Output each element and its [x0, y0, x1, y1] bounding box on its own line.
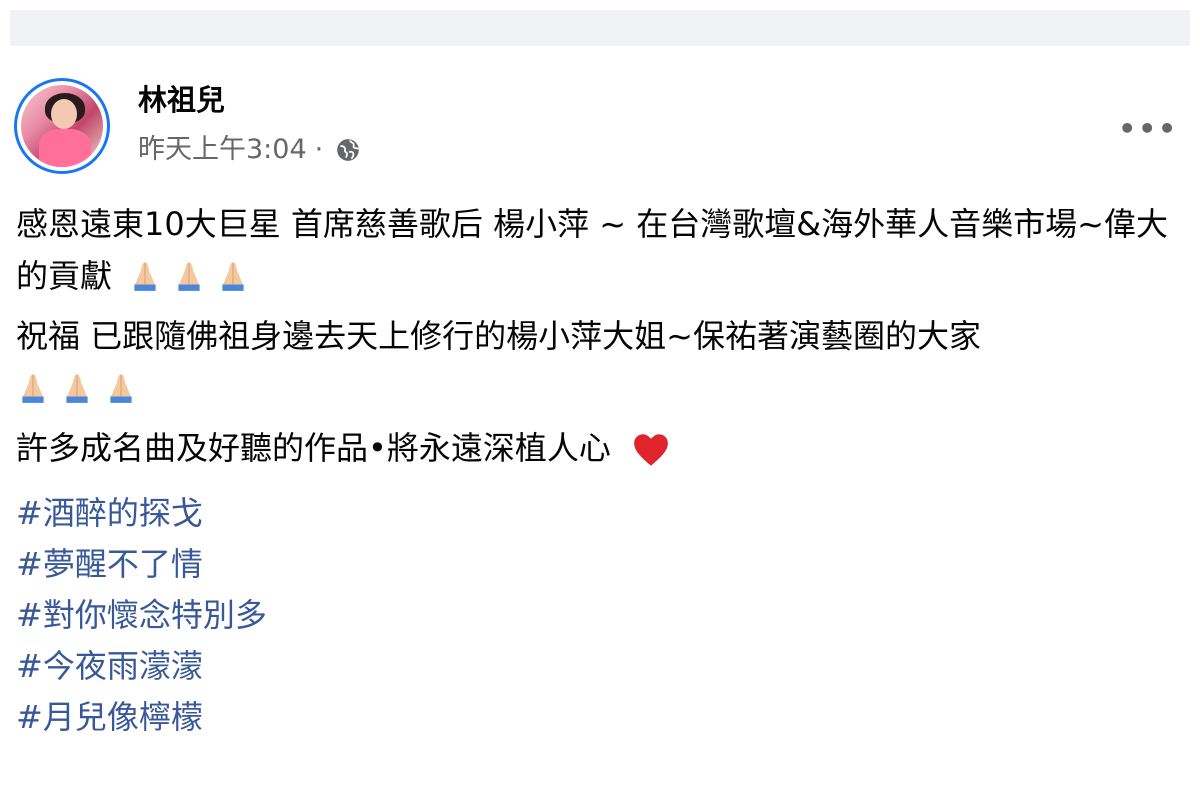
- globe-icon[interactable]: [335, 137, 361, 163]
- author-name[interactable]: 林祖兒: [138, 82, 225, 118]
- red-heart-icon: [634, 434, 668, 466]
- folded-hands-icon: [22, 374, 44, 403]
- folded-hands-icon: [222, 262, 244, 291]
- folded-hands-icon: [110, 374, 132, 403]
- feed-top-strip: [10, 10, 1190, 46]
- more-options-icon[interactable]: •••: [1118, 112, 1178, 145]
- folded-hands-icon-group: [128, 250, 260, 302]
- hashtag-link[interactable]: #對你懷念特別多: [16, 590, 1190, 641]
- hashtag-link[interactable]: #酒醉的探戈: [16, 488, 1190, 539]
- post-paragraph: 祝福 已跟隨佛祖身邊去天上修行的楊小萍大姐~保祐著演藝圈的大家: [16, 310, 1190, 414]
- post-body: 感恩遠東10大巨星 首席慈善歌后 楊小萍 ~ 在台灣歌壇&海外華人音樂市場~偉大…: [16, 198, 1190, 743]
- avatar-photo: [21, 85, 103, 167]
- avatar[interactable]: [14, 78, 110, 174]
- folded-hands-icon: [178, 262, 200, 291]
- folded-hands-icon: [66, 374, 88, 403]
- post-paragraph: 感恩遠東10大巨星 首席慈善歌后 楊小萍 ~ 在台灣歌壇&海外華人音樂市場~偉大…: [16, 198, 1190, 302]
- post-meta: 昨天上午3:04 ·: [138, 132, 361, 168]
- hashtag-list: #酒醉的探戈 #夢醒不了情 #對你懷念特別多 #今夜雨濛濛 #月兒像檸檬: [16, 488, 1190, 743]
- folded-hands-icon: [134, 262, 156, 291]
- meta-separator: ·: [314, 134, 324, 165]
- post-paragraph: 許多成名曲及好聽的作品•將永遠深植人心: [16, 422, 1190, 474]
- hashtag-link[interactable]: #月兒像檸檬: [16, 692, 1190, 743]
- hashtag-link[interactable]: #今夜雨濛濛: [16, 641, 1190, 692]
- folded-hands-icon-group: [16, 369, 148, 407]
- post-timestamp[interactable]: 昨天上午3:04: [138, 132, 307, 168]
- hashtag-link[interactable]: #夢醒不了情: [16, 539, 1190, 590]
